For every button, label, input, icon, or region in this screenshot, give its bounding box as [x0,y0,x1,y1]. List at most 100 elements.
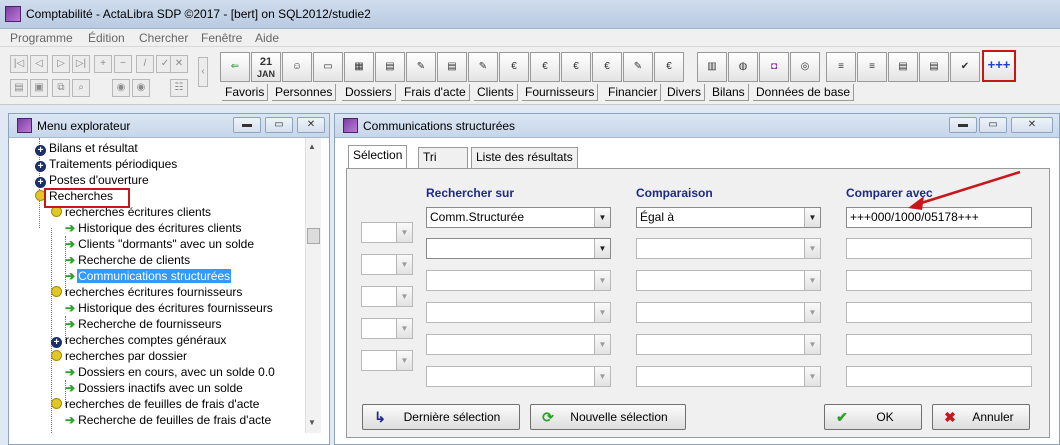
dropdown-arrow-icon[interactable]: ▼ [396,255,412,274]
cancel-record-icon[interactable]: ✕ [170,55,188,73]
tree-item[interactable]: ➔ Recherche de fournisseurs [65,316,222,332]
scroll-thumb[interactable] [307,228,320,244]
dropdown-arrow-icon[interactable]: ▼ [594,303,610,322]
field-select[interactable]: ▼ [426,302,611,323]
prev-record-icon[interactable]: ◁ [30,55,48,73]
tab-frais-acte[interactable]: Frais d'acte [401,84,470,101]
list-document-red-icon[interactable]: ≡ [857,52,887,82]
tab-financier[interactable]: Financier [605,84,662,101]
tree-item[interactable]: + Traitements périodiques [35,156,178,172]
logic-operator-select[interactable]: ▼ [361,254,413,275]
dropdown-arrow-icon[interactable]: ▼ [804,335,820,354]
dropdown-arrow-icon[interactable]: ▼ [396,319,412,338]
add-record-icon[interactable]: + [94,55,112,73]
euro-document-icon[interactable]: € [499,52,529,82]
euro-document-sign-icon[interactable]: € [592,52,622,82]
document-edit-d-icon[interactable]: ✎ [623,52,653,82]
field-select[interactable]: ▼ [426,366,611,387]
structured-communication-button[interactable]: +++ [982,50,1016,82]
search-record-icon[interactable]: ⌕ [72,79,90,97]
compare-value-input[interactable] [846,366,1032,387]
field-select[interactable]: Comm.Structurée ▼ [426,207,611,228]
tree-item[interactable]: ➔ Historique des écritures clients [65,220,242,236]
dialog-minimize-button[interactable]: ▬ [949,117,977,133]
dropdown-arrow-icon[interactable]: ▼ [804,271,820,290]
copy-icon[interactable]: ⧉ [52,79,70,97]
dialog-maximize-button[interactable]: ▭ [979,117,1007,133]
calendar-icon[interactable]: 21 JAN [251,52,281,82]
binoculars-icon[interactable]: ◎ [790,52,820,82]
folder-icon[interactable]: ▭ [313,52,343,82]
edit-record-icon[interactable]: / [136,55,154,73]
tab-divers[interactable]: Divers [664,84,706,101]
euro-document-blue-icon[interactable]: € [530,52,560,82]
tab-selection[interactable]: Sélection [348,145,408,169]
comparison-select[interactable]: ▼ [636,270,821,291]
tree-item[interactable]: ➔ Clients "dormants" avec un solde [65,236,255,252]
euro-document-person-icon[interactable]: € [561,52,591,82]
dropdown-arrow-icon[interactable]: ▼ [594,367,610,386]
menu-fenetre[interactable]: Fenêtre [201,31,242,45]
globe-document-icon[interactable]: ◍ [728,52,758,82]
dropdown-arrow-icon[interactable]: ▼ [594,208,610,227]
compare-value-input[interactable] [846,334,1032,355]
next-record-icon[interactable]: ▷ [52,55,70,73]
tree-item-communications-structurees[interactable]: ➔ Communications structurées [65,268,232,284]
logic-operator-select[interactable]: ▼ [361,318,413,339]
explorer-scrollbar[interactable]: ▲ ▼ [305,138,321,433]
cancel-button[interactable]: ✖ Annuler [932,404,1030,430]
comparison-select[interactable]: ▼ [636,302,821,323]
dropdown-arrow-icon[interactable]: ▼ [804,208,820,227]
globe-forward-icon[interactable]: ◉ [132,79,150,97]
tree-icon[interactable]: ☷ [170,79,188,97]
chart-document-icon[interactable]: ▥ [697,52,727,82]
comparison-select[interactable]: ▼ [636,238,821,259]
tab-favoris[interactable]: Favoris [222,84,269,101]
scroll-down-icon[interactable]: ▼ [308,418,316,427]
logic-operator-select[interactable]: ▼ [361,222,413,243]
menu-edition[interactable]: Édition [88,31,125,45]
ok-button[interactable]: ✔ OK [824,404,922,430]
dropdown-arrow-icon[interactable]: ▼ [594,335,610,354]
field-select[interactable]: ▼ [426,270,611,291]
dropdown-arrow-icon[interactable]: ▼ [804,239,820,258]
dialog-close-button[interactable]: ✕ [1011,117,1053,133]
compare-value-input[interactable] [846,302,1032,323]
tab-liste-resultats[interactable]: Liste des résultats [471,147,578,168]
new-selection-button[interactable]: ⟳ Nouvelle sélection [530,404,686,430]
document-person-icon[interactable]: ▤ [375,52,405,82]
document-person-red-icon[interactable]: ▤ [437,52,467,82]
first-record-icon[interactable]: |◁ [10,55,28,73]
tab-bilans[interactable]: Bilans [709,84,749,101]
field-select[interactable]: ▼ [426,238,611,259]
dropdown-arrow-icon[interactable]: ▼ [396,287,412,306]
maximize-button[interactable]: ▭ [265,117,293,133]
scroll-left-icon[interactable]: ‹ [198,57,208,87]
dropdown-arrow-icon[interactable]: ▼ [804,367,820,386]
document-edit-icon[interactable]: ✎ [406,52,436,82]
tab-fournisseurs[interactable]: Fournisseurs [522,84,599,101]
dropdown-arrow-icon[interactable]: ▼ [594,239,610,258]
field-select[interactable]: ▼ [426,334,611,355]
tree-item[interactable]: + recherches comptes généraux [51,332,227,348]
compare-value-input[interactable] [846,270,1032,291]
tree-item[interactable]: ➔ Recherche de feuilles de frais d'acte [65,412,272,428]
tree-item[interactable]: ➔ Recherche de clients [65,252,191,268]
notepad-icon[interactable]: ▤ [888,52,918,82]
logic-operator-select[interactable]: ▼ [361,350,413,371]
compare-value-input[interactable] [846,238,1032,259]
tree-item[interactable]: recherches par dossier [51,348,188,364]
tab-tri[interactable]: Tri [418,147,468,168]
cylinder-icon[interactable]: ◘ [759,52,789,82]
tab-donnees-base[interactable]: Données de base [753,84,855,101]
menu-programme[interactable]: Programme [10,31,73,45]
print-preview-icon[interactable]: ▣ [30,79,48,97]
tree-item[interactable]: recherches écritures fournisseurs [51,284,243,300]
close-button[interactable]: ✕ [297,117,325,133]
last-selection-button[interactable]: ↳ Dernière sélection [362,404,520,430]
tab-personnes[interactable]: Personnes [272,84,337,101]
tree-item[interactable]: ➔ Historique des écritures fournisseurs [65,300,274,316]
print-icon[interactable]: ▤ [10,79,28,97]
tree-item[interactable]: ➔ Dossiers inactifs avec un solde [65,380,244,396]
document-person-icon-2[interactable]: ▤ [919,52,949,82]
